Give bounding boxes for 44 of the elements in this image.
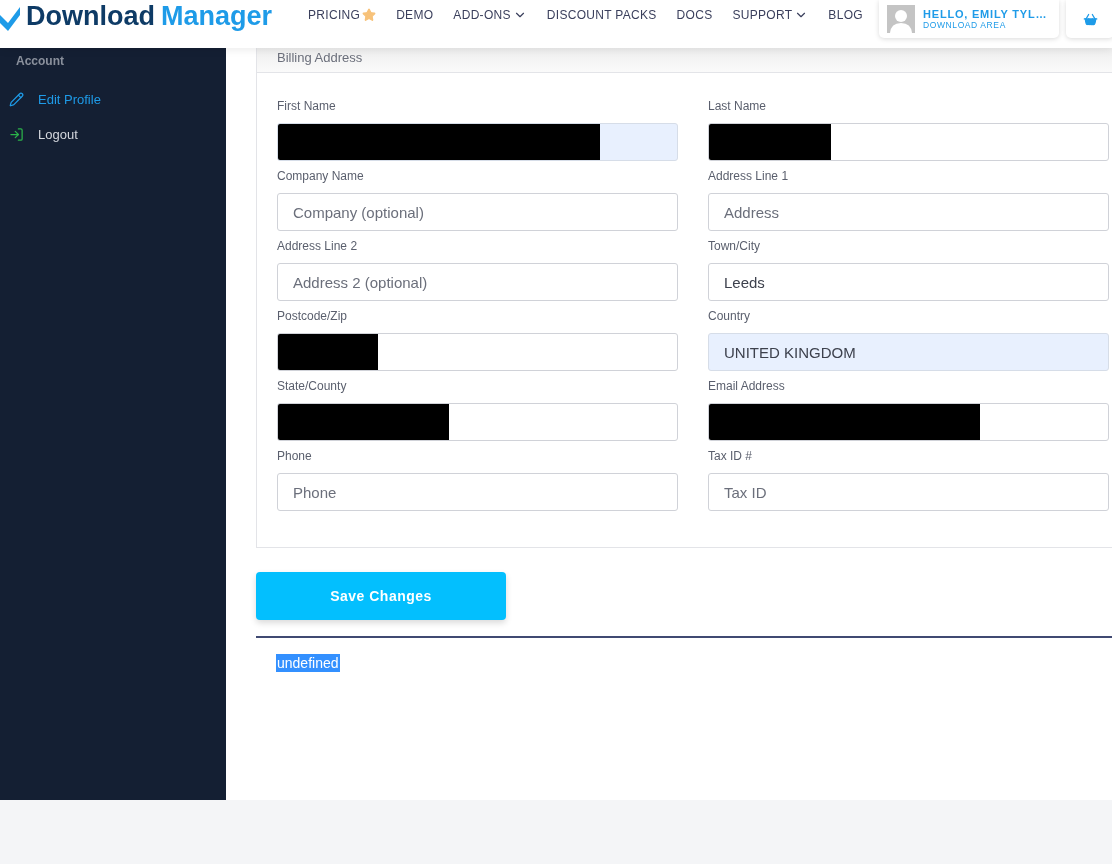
field-label: Postcode/Zip bbox=[277, 309, 349, 323]
input-field[interactable]: Phone bbox=[277, 473, 678, 511]
field-label: Company Name bbox=[277, 169, 365, 183]
logo-text: Manager bbox=[161, 0, 273, 32]
input-field[interactable] bbox=[708, 123, 1109, 161]
field-label: Country bbox=[708, 309, 752, 323]
input-field[interactable] bbox=[277, 123, 678, 161]
input-field[interactable]: Company (optional) bbox=[277, 193, 678, 231]
input-field[interactable]: Address 2 (optional) bbox=[277, 263, 678, 301]
field-label: Email Address bbox=[708, 379, 786, 393]
sidebar-item[interactable]: Logout bbox=[0, 117, 226, 152]
panel-title: Billing Address bbox=[277, 50, 363, 65]
logo-text: Download bbox=[26, 0, 155, 32]
input-field[interactable]: UNITED KINGDOM bbox=[708, 333, 1109, 371]
sidebar-item[interactable]: Edit Profile bbox=[0, 82, 226, 117]
input-field[interactable]: Address bbox=[708, 193, 1109, 231]
nav-link[interactable]: DISCOUNT PACKS bbox=[546, 8, 657, 22]
field-label: Tax ID # bbox=[708, 449, 753, 463]
nav-link[interactable]: PRICING bbox=[308, 8, 377, 22]
input-field[interactable]: Tax ID bbox=[708, 473, 1109, 511]
input-field[interactable] bbox=[277, 333, 678, 371]
input-field[interactable]: Leeds bbox=[708, 263, 1109, 301]
cart-button[interactable] bbox=[1066, 0, 1112, 38]
output-text: undefined bbox=[276, 654, 340, 672]
field-label: Town/City bbox=[708, 239, 761, 253]
exit-icon bbox=[9, 127, 24, 142]
sidebar-heading: Account bbox=[15, 54, 65, 68]
nav-link[interactable]: BLOG bbox=[828, 8, 863, 22]
input-field[interactable] bbox=[277, 403, 678, 441]
avatar-icon bbox=[887, 5, 915, 33]
nav-link[interactable]: DEMO bbox=[396, 8, 434, 22]
star-icon bbox=[362, 8, 377, 22]
nav-link[interactable]: DOCS bbox=[676, 8, 713, 22]
basket-icon bbox=[1082, 11, 1098, 27]
input-field[interactable] bbox=[708, 403, 1109, 441]
field-label: Last Name bbox=[708, 99, 768, 113]
field-label: Address Line 1 bbox=[708, 169, 790, 183]
field-label: State/County bbox=[277, 379, 348, 393]
nav-link[interactable]: SUPPORT bbox=[732, 8, 809, 22]
pencil-icon bbox=[9, 92, 24, 107]
nav-link[interactable]: ADD-ONS bbox=[453, 8, 527, 22]
field-label: Address Line 2 bbox=[277, 239, 359, 253]
field-label: Phone bbox=[277, 449, 313, 463]
field-label: First Name bbox=[277, 99, 337, 113]
